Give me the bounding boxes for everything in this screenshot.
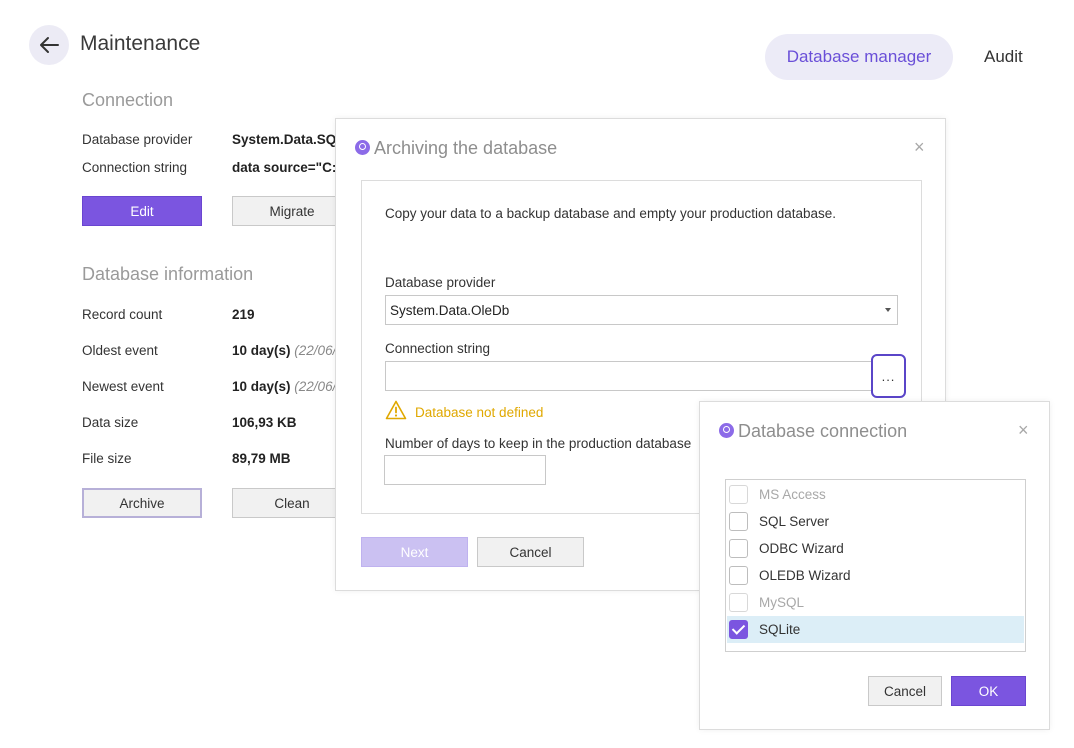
archiving-dialog-title: Archiving the database [374,138,558,158]
checkbox[interactable] [729,566,748,585]
connection-string-value: data source="C:\ [232,160,341,175]
database-information-title: Database information [82,264,254,284]
list-item-odbc-wizard[interactable]: ODBC Wizard [727,535,1024,562]
archiving-description: Copy your data to a backup database and … [385,206,837,221]
list-item-label: ODBC Wizard [759,541,844,556]
ok-button[interactable]: OK [951,676,1026,706]
page-title: Maintenance [80,32,201,55]
list-item-sql-server[interactable]: SQL Server [727,508,1024,535]
database-type-list: MS Access SQL Server ODBC Wizard OLEDB W… [725,479,1026,652]
file-size-value: 89,79 MB [232,451,291,466]
provider-label: Database provider [82,132,193,147]
file-size-label: File size [82,451,132,466]
migrate-button[interactable]: Migrate [232,196,352,226]
list-item-label: SQL Server [759,514,830,529]
oldest-event-label: Oldest event [82,343,158,358]
list-item-sqlite[interactable]: SQLite [727,616,1024,643]
record-count-label: Record count [82,307,163,322]
connection-section-title: Connection [82,90,174,110]
list-item-label: MS Access [759,487,826,502]
next-button[interactable]: Next [361,537,468,567]
clean-button[interactable]: Clean [232,488,352,518]
record-count-value: 219 [232,307,255,322]
app-logo-icon [719,423,734,438]
list-item-label: SQLite [759,622,801,637]
data-size-value: 106,93 KB [232,415,297,430]
connection-cancel-button[interactable]: Cancel [868,676,942,706]
checkbox[interactable] [729,485,748,504]
connection-string-label: Connection string [82,160,188,175]
archive-cancel-button[interactable]: Cancel [477,537,584,567]
back-button[interactable] [29,25,69,65]
close-icon[interactable]: × [1018,421,1029,439]
days-to-keep-input[interactable] [384,455,546,485]
arrow-left-icon [40,37,59,53]
warning-text: Database not defined [415,405,544,420]
tab-database-manager[interactable]: Database manager [765,34,953,80]
list-item-label: MySQL [759,595,805,610]
connection-string-input[interactable] [385,361,872,391]
dialog-connection-string-label: Connection string [385,341,491,356]
list-item-ms-access[interactable]: MS Access [727,481,1024,508]
checkbox-checked[interactable] [729,620,748,639]
tab-audit[interactable]: Audit [984,47,1023,67]
provider-select[interactable]: System.Data.OleDb [385,295,898,325]
archive-button[interactable]: Archive [82,488,202,518]
checkbox[interactable] [729,512,748,531]
list-item-oledb-wizard[interactable]: OLEDB Wizard [727,562,1024,589]
days-to-keep-label: Number of days to keep in the production… [385,436,692,451]
close-icon[interactable]: × [914,138,925,156]
database-connection-dialog: Database connection × MS Access SQL Serv… [699,401,1050,730]
provider-value: System.Data.SQL [232,132,345,147]
chevron-down-icon [885,308,891,312]
browse-button[interactable]: ... [871,354,906,398]
list-item-mysql[interactable]: MySQL [727,589,1024,616]
list-item-label: OLEDB Wizard [759,568,851,583]
checkbox[interactable] [729,539,748,558]
newest-event-label: Newest event [82,379,164,394]
app-logo-icon [355,140,370,155]
connection-dialog-title: Database connection [738,421,908,441]
dialog-provider-label: Database provider [385,275,496,290]
warning-icon [385,400,407,420]
newest-event-value: 10 day(s) (22/06/... [232,379,348,394]
provider-select-value: System.Data.OleDb [390,302,510,318]
checkbox[interactable] [729,593,748,612]
edit-button[interactable]: Edit [82,196,202,226]
data-size-label: Data size [82,415,139,430]
oldest-event-value: 10 day(s) (22/06/... [232,343,348,358]
